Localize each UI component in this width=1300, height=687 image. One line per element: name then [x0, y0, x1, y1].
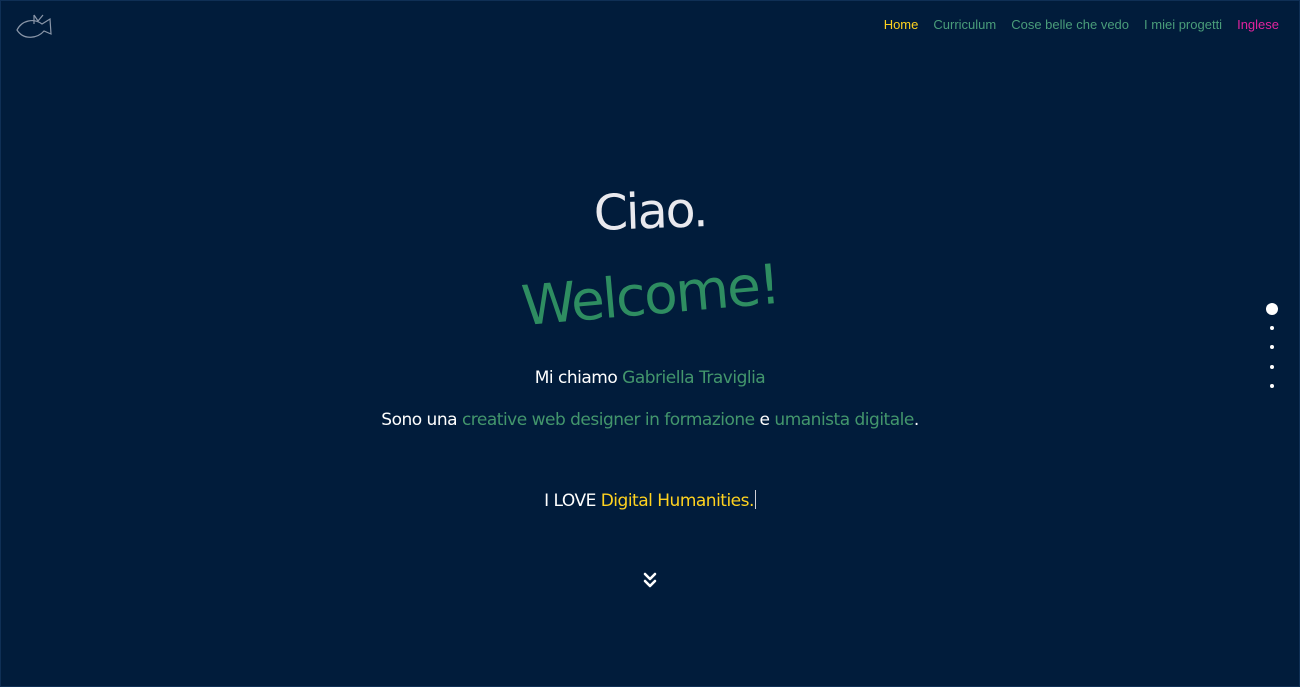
nav-item-language[interactable]: Inglese	[1237, 17, 1279, 32]
nav-item-progetti[interactable]: I miei progetti	[1144, 17, 1222, 32]
role-prefix: Sono una	[381, 410, 462, 430]
role-line: Sono una creative web designer in formaz…	[0, 410, 1300, 430]
section-dot[interactable]	[1270, 345, 1274, 349]
section-dots-nav	[1264, 302, 1280, 394]
intro-prefix: Mi chiamo	[534, 368, 623, 388]
intro-line: Mi chiamo Gabriella Traviglia	[0, 368, 1300, 388]
nav-item-cose-belle[interactable]: Cose belle che vedo	[1011, 17, 1129, 32]
section-dot-active[interactable]	[1266, 303, 1278, 315]
role-web-designer: creative web designer in formazione	[461, 410, 755, 430]
section-dot[interactable]	[1270, 326, 1274, 330]
love-subject: Digital Humanities.	[600, 491, 755, 511]
love-prefix: I LOVE	[544, 491, 601, 511]
love-line: I LOVE Digital Humanities.	[0, 490, 1300, 511]
main-nav: Home Curriculum Cose belle che vedo I mi…	[884, 17, 1279, 32]
role-suffix: .	[913, 410, 919, 430]
author-name: Gabriella Traviglia	[622, 368, 766, 388]
section-dot[interactable]	[1270, 384, 1274, 388]
nav-item-curriculum[interactable]: Curriculum	[933, 17, 996, 32]
role-digital-humanist: umanista digitale	[774, 410, 914, 430]
section-dot[interactable]	[1270, 365, 1274, 369]
double-chevron-down-icon[interactable]	[643, 572, 657, 590]
fish-logo-icon[interactable]	[14, 10, 54, 42]
nav-item-home[interactable]: Home	[884, 17, 919, 32]
typing-caret	[754, 490, 756, 509]
role-connector: e	[754, 410, 775, 430]
